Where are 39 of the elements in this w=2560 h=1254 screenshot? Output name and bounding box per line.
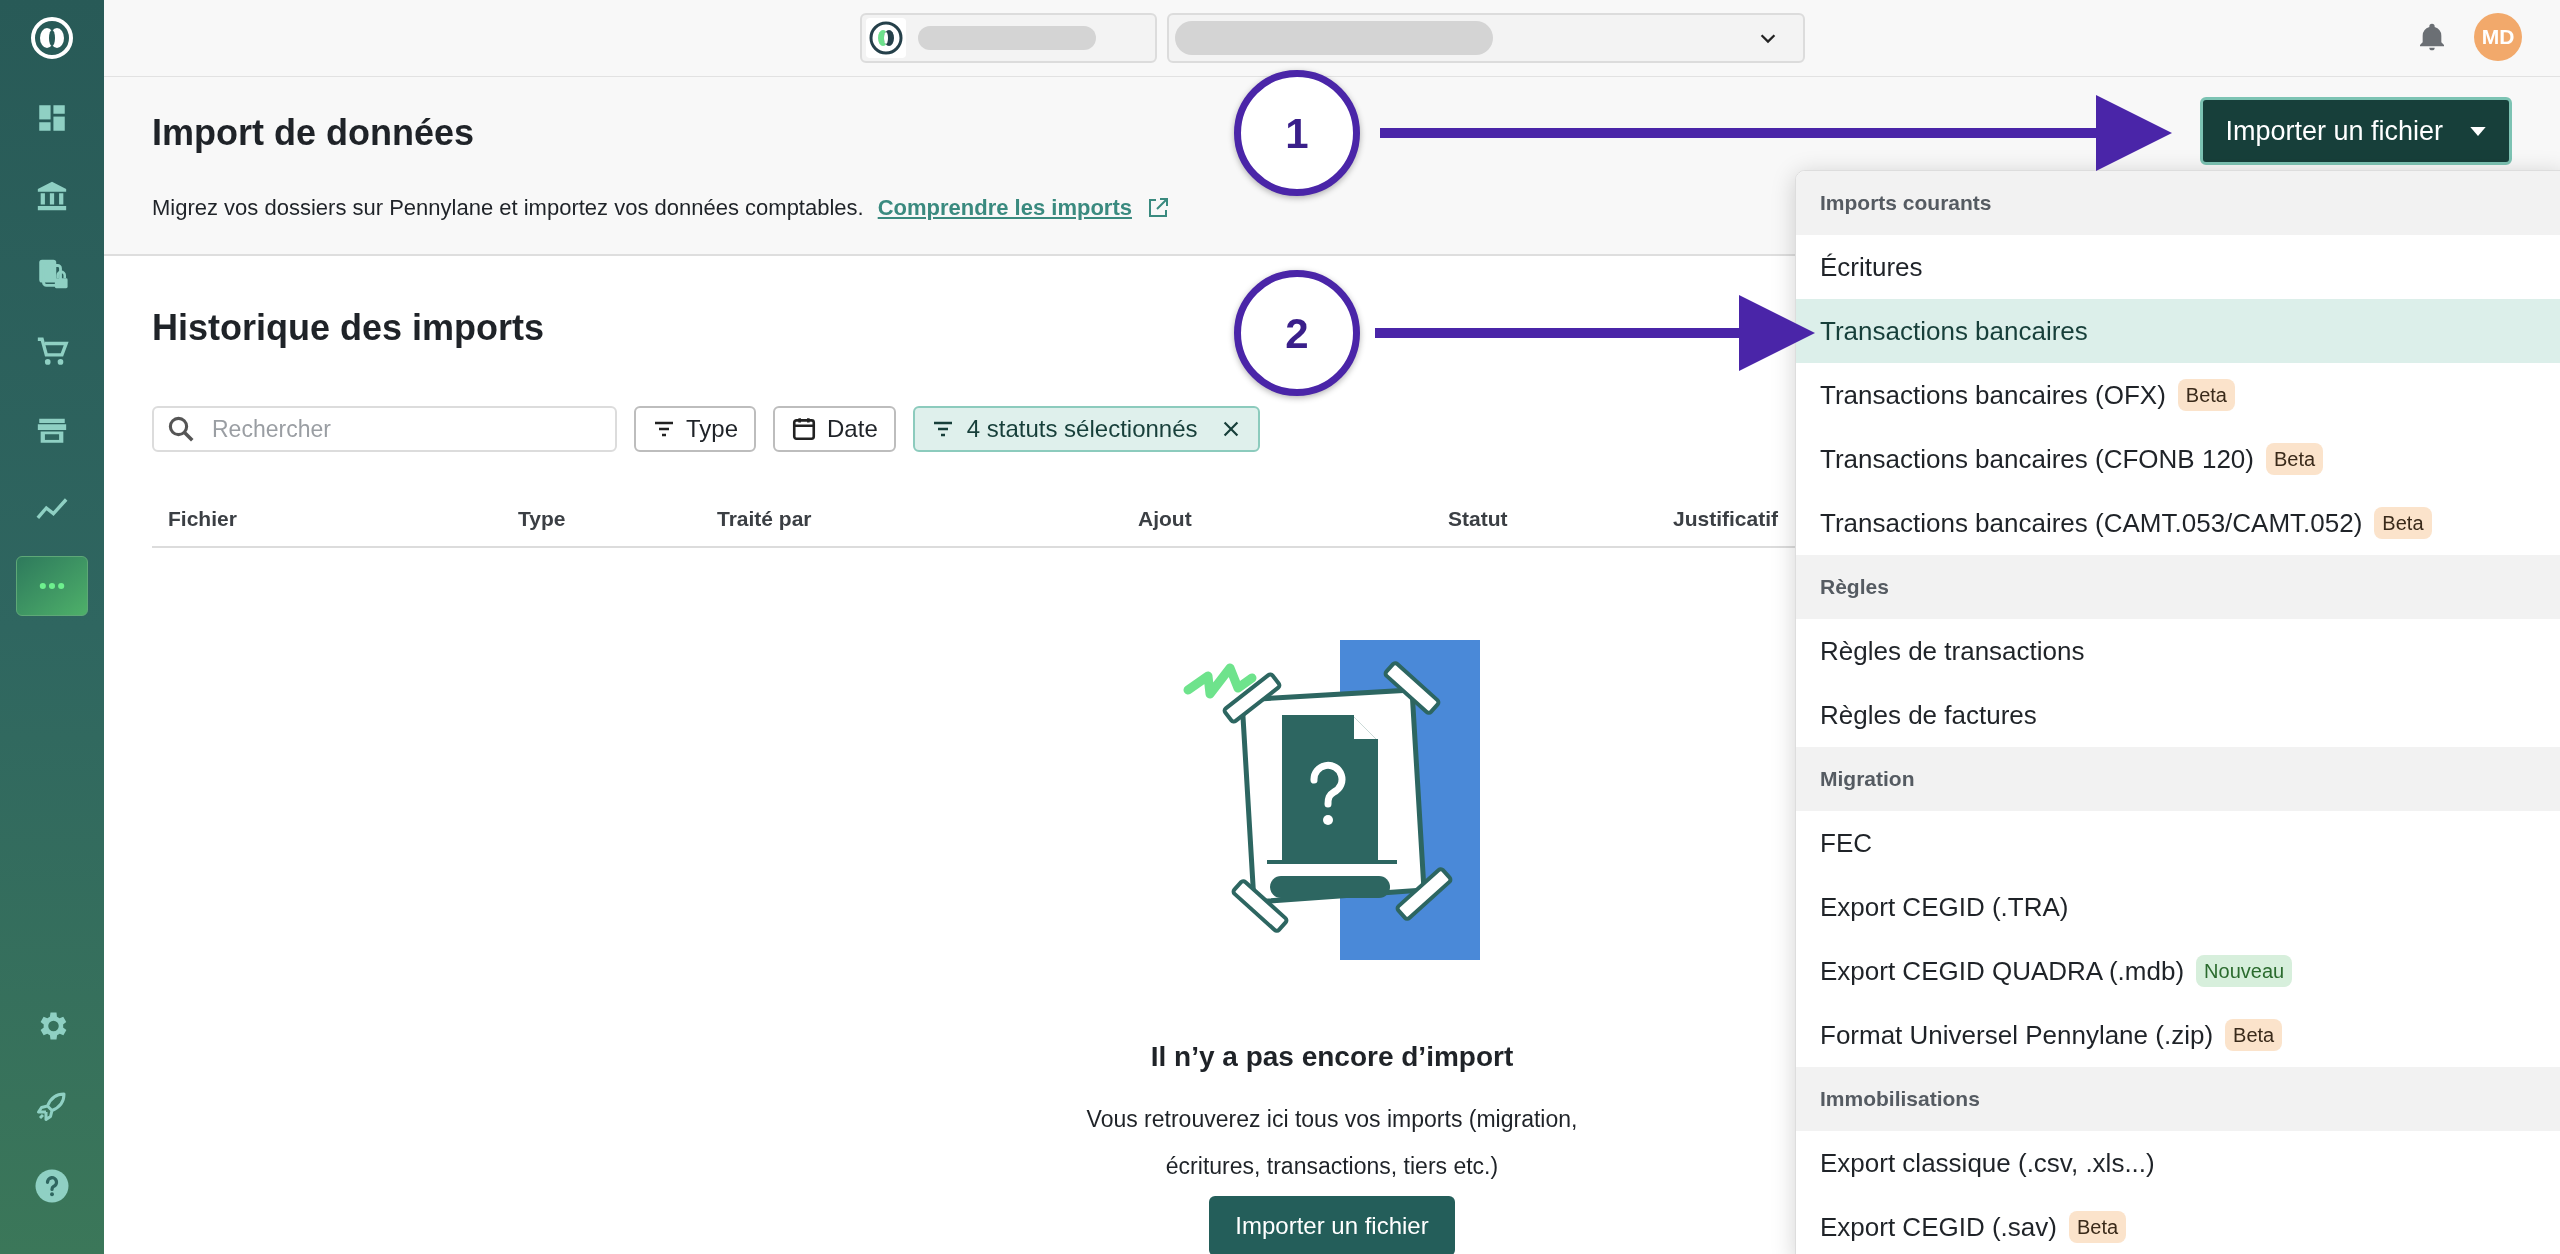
- status-filter-chip[interactable]: 4 statuts sélectionnés: [912, 406, 1260, 452]
- beta-badge: Beta: [2177, 379, 2235, 411]
- more-icon: [39, 582, 65, 590]
- section-title: Historique des imports: [152, 306, 545, 350]
- import-file-button[interactable]: Importer un fichier: [1209, 1196, 1455, 1254]
- type-filter-button[interactable]: Type: [634, 406, 757, 452]
- empty-state-text: Vous retrouverez ici tous vos imports (migration, écritures, transactions, tiers etc.): [1085, 1105, 1579, 1181]
- beta-badge: Beta: [2225, 1019, 2283, 1051]
- column-header: Traité par: [717, 507, 812, 531]
- menu-section-header: Imports courants: [1796, 171, 2560, 235]
- menu-item[interactable]: Transactions bancaires: [1796, 299, 2560, 363]
- column-header: Ajout: [1138, 507, 1192, 531]
- bank-icon: [35, 179, 69, 213]
- step-number-callout: 2: [1234, 270, 1360, 396]
- beta-badge: Beta: [2266, 443, 2324, 475]
- page-subtitle: Migrez vos dossiers sur Pennylane et importez vos données comptables.: [152, 194, 864, 222]
- column-header: Justificatif: [1673, 507, 1779, 531]
- menu-section-header: Migration: [1796, 747, 2560, 811]
- caret-icon: [2469, 125, 2487, 137]
- empty-state-title: Il n’y a pas encore d’import: [1150, 1040, 1514, 1074]
- nav-item[interactable]: [16, 556, 88, 616]
- date-filter-button[interactable]: Date: [773, 406, 896, 452]
- beta-badge: Beta: [2068, 1211, 2127, 1243]
- new-badge: Nouveau: [2196, 955, 2293, 987]
- company-selector[interactable]: [859, 13, 1157, 63]
- beta-badge: Beta: [2374, 507, 2432, 539]
- help-link[interactable]: Comprendre les imports: [877, 191, 1132, 224]
- page-title: Import de données: [152, 111, 476, 155]
- column-header: Fichier: [168, 507, 237, 531]
- menu-section-header: Immobilisations: [1796, 1067, 2560, 1131]
- calendar-icon: [791, 416, 818, 442]
- company-logo-icon: [865, 18, 906, 58]
- column-header: Type: [518, 507, 566, 531]
- help-icon[interactable]: [34, 1168, 70, 1204]
- import-file-button[interactable]: Importer un fichier: [2200, 97, 2512, 165]
- logo-icon[interactable]: [30, 16, 74, 60]
- column-header: Statut: [1448, 507, 1508, 531]
- search-field[interactable]: Rechercher: [152, 406, 617, 452]
- menu-section-header: Règles: [1796, 555, 2560, 619]
